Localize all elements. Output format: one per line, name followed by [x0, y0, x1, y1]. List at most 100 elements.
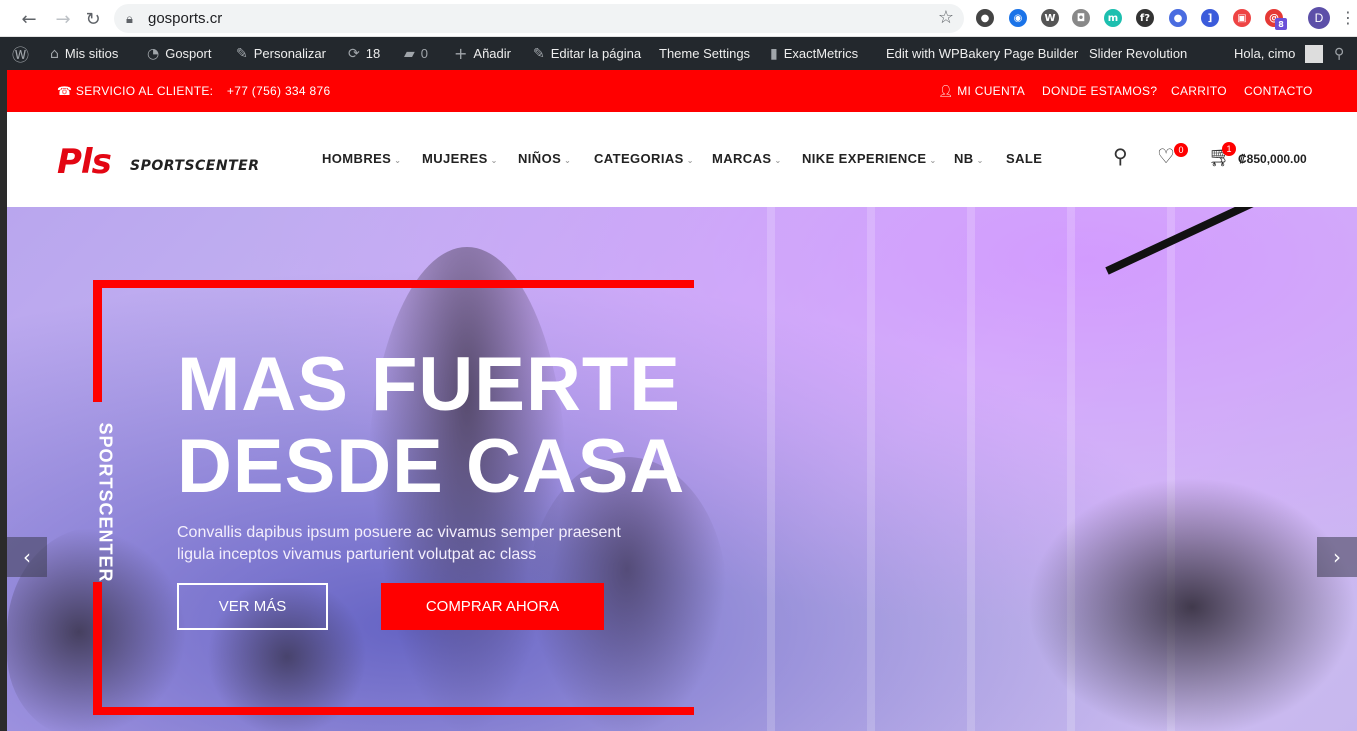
account-menu[interactable]: Hola, cimo: [1234, 37, 1324, 70]
nav-item-label: NIÑOS: [518, 151, 562, 166]
plus-icon: +: [454, 44, 468, 63]
slider-revolution-menu[interactable]: Slider Revolution: [1089, 37, 1187, 70]
slider-revolution-label: Slider Revolution: [1089, 46, 1188, 61]
site-name-menu[interactable]: ◔ Gosport: [147, 37, 211, 70]
cart-count-badge: 1: [1222, 142, 1236, 156]
ext-f-icon[interactable]: f?: [1136, 9, 1154, 27]
pullup-bar: [1105, 207, 1309, 275]
theme-settings-label: Theme Settings: [659, 46, 751, 61]
chevron-down-icon: ⌄: [564, 156, 572, 165]
site-header: Pls SPORTSCENTER HOMBRES ⌄ MUJERES ⌄ NIÑOS ⌄ C…: [7, 112, 1357, 207]
customer-service: ☎ SERVICIO AL CLIENTE: +77 (756) 334 876: [57, 84, 330, 98]
nav-item-label: CATEGORIAS: [594, 151, 684, 166]
edit-page-label: Editar la página: [550, 46, 642, 61]
view-more-button[interactable]: VER MÁS: [177, 583, 328, 630]
where-link[interactable]: DONDE ESTAMOS?: [1042, 84, 1157, 98]
ext-orb-icon[interactable]: ●: [1169, 9, 1187, 27]
cart-link[interactable]: CARRITO: [1171, 84, 1227, 98]
nav-item-nb[interactable]: NB ⌄: [954, 151, 984, 166]
slider-prev-arrow-icon[interactable]: ‹: [7, 537, 47, 577]
browser-menu-icon[interactable]: ⋮: [1340, 8, 1356, 27]
browser-toolbar: ← → ↻ 🔒︎ gosports.cr ☆ ● ◉ W ◘ m f? ●] ▣ @8 D ⋮: [0, 0, 1357, 37]
slider-next-arrow-icon[interactable]: ›: [1317, 537, 1357, 577]
logo-text[interactable]: SPORTSCENTER: [130, 158, 259, 174]
extension-badge: 8: [1275, 18, 1287, 30]
edit-page-link[interactable]: ✎ Editar la página: [533, 37, 641, 70]
customize-label: Personalizar: [253, 46, 326, 61]
ext-frame-icon[interactable]: ▣: [1233, 9, 1251, 27]
wpbakery-link[interactable]: Edit with WPBakery Page Builder: [886, 37, 1078, 70]
nav-item-label: MUJERES: [422, 151, 488, 166]
updates-count: 18: [365, 46, 381, 61]
nav-item-hombres[interactable]: HOMBRES ⌄: [322, 151, 401, 166]
ext-camera-icon[interactable]: ◘: [1072, 9, 1090, 27]
user-icon: 👤︎: [938, 84, 954, 98]
wp-search-button[interactable]: ⚲: [1334, 37, 1344, 70]
user-avatar: [1305, 44, 1324, 63]
chevron-down-icon: ⌄: [490, 156, 498, 165]
address-bar[interactable]: 🔒︎ gosports.cr ☆: [114, 4, 964, 33]
nav-item-niños[interactable]: NIÑOS ⌄: [518, 151, 571, 166]
vertical-brand-text: SPORTSCENTER: [95, 422, 116, 583]
chevron-down-icon: ⌄: [976, 156, 984, 165]
site-name-label: Gosport: [165, 46, 212, 61]
nav-item-label: MARCAS: [712, 151, 772, 166]
sites-icon: ⌂: [50, 45, 59, 62]
forward-icon[interactable]: →: [50, 6, 76, 32]
reload-icon[interactable]: ↻: [80, 6, 106, 32]
nav-item-sale[interactable]: SALE: [1006, 151, 1042, 166]
chevron-down-icon: ⌄: [394, 156, 402, 165]
greeting-label: Hola, cimo: [1234, 46, 1296, 61]
nav-item-nike-experience[interactable]: NIKE EXPERIENCE ⌄: [802, 151, 937, 166]
wishlist-count-badge: 0: [1174, 143, 1188, 157]
buy-now-button[interactable]: COMPRAR AHORA: [381, 583, 604, 630]
exactmetrics-label: ExactMetrics: [783, 46, 859, 61]
dashboard-icon: ◔: [147, 45, 160, 62]
hero-frame: [93, 707, 694, 715]
pencil-icon: ✎: [533, 45, 545, 62]
wpbakery-label: Edit with WPBakery Page Builder: [886, 46, 1079, 61]
ext-colorful-icon[interactable]: ●: [976, 9, 994, 27]
my-account-label: MI CUENTA: [957, 84, 1025, 98]
hero-frame: [93, 280, 102, 402]
left-window-edge: [0, 37, 7, 731]
nav-item-label: HOMBRES: [322, 151, 392, 166]
phone-icon: ☎: [57, 84, 73, 98]
chevron-down-icon: ⌄: [774, 156, 782, 165]
add-new-menu[interactable]: + Añadir: [454, 37, 511, 70]
updates-menu[interactable]: ⟳ 18: [348, 37, 380, 70]
ext-wordpress-icon[interactable]: W: [1041, 9, 1059, 27]
ext-bracket-icon[interactable]: ]: [1201, 9, 1219, 27]
wordpress-icon: Ⓦ: [12, 46, 29, 66]
heart-icon[interactable]: ♡: [1157, 144, 1175, 168]
customize-menu[interactable]: ✎ Personalizar: [236, 37, 326, 70]
cart-total[interactable]: ₡850,000.00: [1238, 152, 1307, 166]
back-icon[interactable]: ←: [16, 6, 42, 32]
my-sites-menu[interactable]: ⌂ Mis sitios: [50, 37, 118, 70]
comments-menu[interactable]: ▰ 0: [404, 37, 428, 70]
theme-settings-link[interactable]: Theme Settings: [659, 37, 750, 70]
hero-headline-line1: MAS FUERTE: [177, 342, 681, 427]
bookmark-star-icon[interactable]: ☆: [938, 7, 954, 28]
hero-headline-line2: DESDE CASA: [177, 424, 686, 509]
profile-avatar[interactable]: D: [1308, 7, 1330, 29]
exactmetrics-menu[interactable]: ▮ ExactMetrics: [770, 37, 858, 70]
search-icon[interactable]: ⚲: [1113, 144, 1128, 168]
ext-m-icon[interactable]: m: [1104, 9, 1122, 27]
hero-slider: SPORTSCENTER MAS FUERTE DESDE CASA Conva…: [7, 207, 1357, 731]
my-account-link[interactable]: 👤︎ MI CUENTA: [938, 84, 1025, 98]
nav-item-label: NB: [954, 151, 974, 166]
nav-item-categorias[interactable]: CATEGORIAS ⌄: [594, 151, 694, 166]
my-sites-label: Mis sitios: [64, 46, 119, 61]
brush-icon: ✎: [236, 45, 248, 62]
nav-item-mujeres[interactable]: MUJERES ⌄: [422, 151, 498, 166]
wp-logo-button[interactable]: Ⓦ: [12, 37, 29, 70]
athlete-figure: [1027, 477, 1357, 731]
nav-item-marcas[interactable]: MARCAS ⌄: [712, 151, 782, 166]
ext-blue-square-icon[interactable]: ◉: [1009, 9, 1027, 27]
logo-mark[interactable]: Pls: [57, 142, 112, 182]
phone-number: +77 (756) 334 876: [226, 84, 331, 98]
contact-link[interactable]: CONTACTO: [1244, 84, 1313, 98]
bar-chart-icon: ▮: [770, 45, 778, 62]
chevron-down-icon: ⌄: [686, 156, 694, 165]
